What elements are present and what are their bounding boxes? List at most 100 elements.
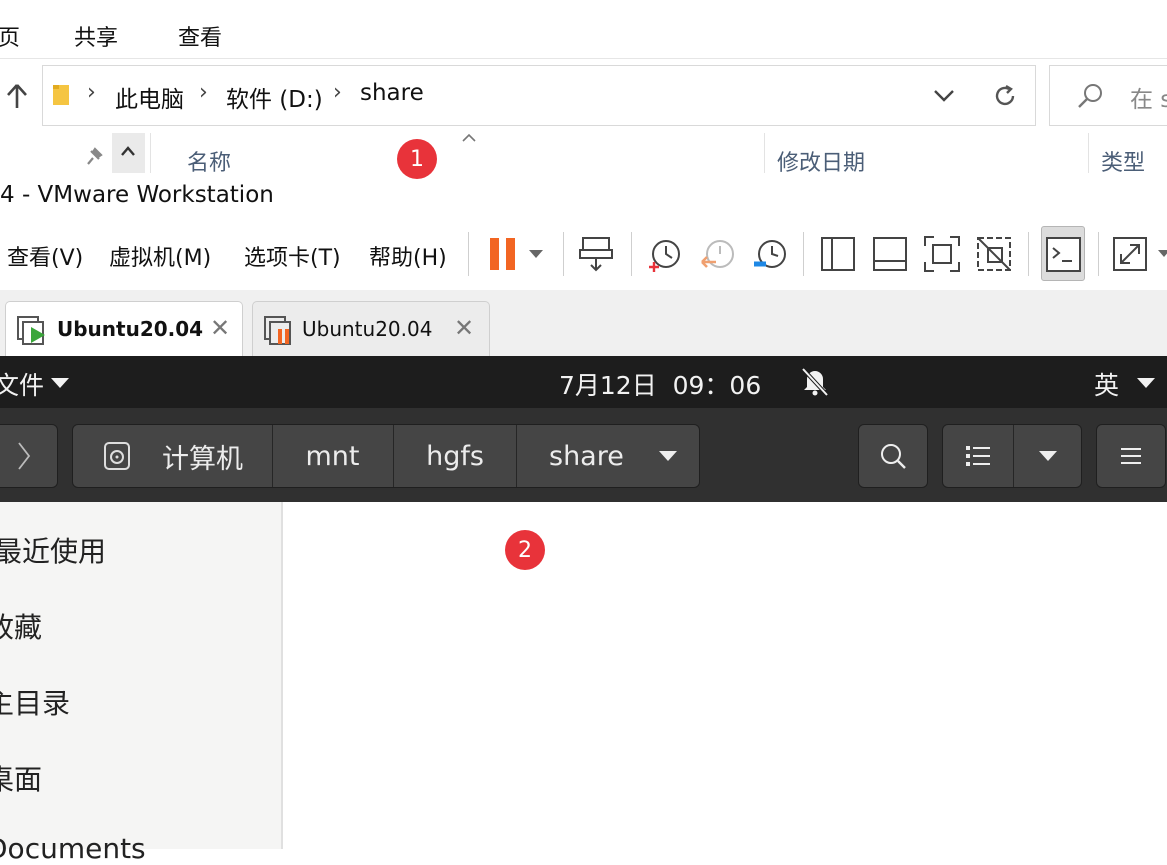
ribbon-tab-home[interactable]: 页 [0,20,20,52]
path-crumb-label: 计算机 [162,443,243,475]
vm-tab-ubuntu-active[interactable]: Ubuntu20.04 ✕ [5,301,243,356]
ribbon-tab-view[interactable]: 查看 [178,20,222,52]
fullscreen-button[interactable] [922,234,962,274]
forward-button[interactable] [0,424,58,488]
menu-tabs[interactable]: 选项卡(T) [244,240,341,272]
chevron-up-icon [121,146,135,156]
list-view-button[interactable] [943,425,1013,487]
list-view-icon [966,446,990,466]
pause-icon [490,238,543,270]
refresh-icon [995,84,1014,105]
search-button[interactable] [858,424,928,488]
stretch-guest-button[interactable] [1112,234,1167,274]
address-bar[interactable]: › 此电脑 › 软件 (D:) › share [42,65,1036,126]
keyboard-send-icon [579,237,613,272]
annotation-marker-2: 2 [505,530,545,570]
sidebar-item-recent[interactable]: 最近使用 [0,530,106,570]
caret-down-icon [658,451,677,461]
column-header-modified[interactable]: 修改日期 [777,145,865,177]
close-icon[interactable]: ✕ [454,314,474,342]
sort-ascending-icon [461,129,477,142]
snapshot-take-button[interactable] [646,234,686,274]
hamburger-menu-icon [1121,448,1141,464]
snapshot-revert-button[interactable] [698,234,738,274]
menu-vm[interactable]: 虚拟机(M) [109,240,211,272]
ubuntu-top-bar: 文件 7月12日 09：06 英 [0,356,1167,408]
chevron-right-icon[interactable]: › [333,80,342,105]
bottom-panel-icon [873,237,907,271]
notifications-off-icon [801,367,829,397]
toolbar-separator [563,232,564,276]
terminal-icon [1046,237,1081,272]
column-divider [764,133,765,173]
column-divider [150,133,151,173]
breadcrumb-this-pc[interactable]: 此电脑 [115,80,184,114]
file-view-area[interactable] [285,502,1167,849]
library-view-button[interactable] [818,234,858,274]
sidebar-layout-icon [821,237,855,271]
chevron-right-icon[interactable]: › [87,80,96,105]
path-crumb-mnt[interactable]: mnt [273,425,392,487]
caret-down-icon [51,378,69,388]
sidebar-item-starred[interactable]: 收藏 [0,606,42,646]
vm-paused-icon [264,316,291,345]
close-icon[interactable]: ✕ [210,314,230,342]
caret-down-icon [1039,451,1057,461]
clock[interactable]: 7月12日 09：06 [559,366,761,402]
app-menu[interactable]: 文件 [0,366,44,402]
annotation-marker-1: 1 [397,139,437,179]
path-crumb-hgfs[interactable]: hgfs [394,425,516,487]
refresh-button[interactable] [974,65,1036,126]
toolbar-separator [803,232,804,276]
vm-running-icon [17,316,45,345]
menu-view[interactable]: 查看(V) [7,240,83,272]
chevron-right-icon[interactable]: › [199,80,208,105]
main-menu-button[interactable] [1096,424,1166,488]
console-view-button[interactable] [1041,226,1085,281]
send-ctrl-alt-del-button[interactable] [578,234,618,274]
path-crumb-label: hgfs [426,440,484,472]
path-crumb-computer[interactable]: 计算机 [73,425,272,487]
pin-icon[interactable] [84,146,104,168]
vm-tab-ubuntu-paused[interactable]: Ubuntu20.04 ✕ [252,301,490,356]
unity-mode-button[interactable] [974,234,1014,274]
search-icon [881,444,906,469]
up-arrow-icon[interactable] [4,82,30,110]
input-method-indicator[interactable]: 英 [1094,366,1119,402]
search-box[interactable]: 在 s [1049,65,1167,126]
sidebar-item-desktop[interactable]: 桌面 [0,758,42,798]
ribbon-divider [0,58,1167,59]
column-header-name[interactable]: 名称 [187,145,231,177]
sidebar-item-home[interactable]: 主目录 [0,682,70,722]
collapse-button[interactable] [112,133,145,173]
chevron-right-icon [18,442,31,470]
view-options-group [942,424,1082,488]
path-crumb-share[interactable]: share [517,425,699,487]
breadcrumb-share[interactable]: share [360,80,424,106]
view-menu-button[interactable] [1014,425,1082,487]
menu-help[interactable]: 帮助(H) [369,240,447,272]
toolbar-separator [631,232,632,276]
unity-off-icon [977,237,1011,271]
toolbar-separator [468,232,469,276]
column-divider [1088,133,1089,173]
drive-icon [104,442,130,470]
file-manager-header-bar: 计算机 mnt hgfs share [0,408,1167,502]
window-title: 4 - VMware Workstation [0,182,274,208]
folder-icon [51,82,71,108]
vmware-title-bar: 4 - VMware Workstation [0,178,1167,220]
snapshot-manager-button[interactable] [750,234,790,274]
vm-tab-label: Ubuntu20.04 [302,317,433,341]
pause-button[interactable] [488,234,548,274]
clock-add-icon [649,240,680,272]
vm-tab-label: Ubuntu20.04 [57,317,204,341]
path-crumb-label: mnt [305,440,360,472]
path-bar: 计算机 mnt hgfs share [72,424,700,488]
breadcrumb-drive-d[interactable]: 软件 (D:) [226,80,323,114]
caret-down-icon[interactable] [1136,377,1156,389]
ribbon-tab-share[interactable]: 共享 [74,20,118,52]
chevron-down-icon[interactable] [933,88,955,104]
clock-manage-icon [754,240,786,268]
column-header-type[interactable]: 类型 [1101,145,1145,177]
thumbnail-bar-button[interactable] [870,234,910,274]
